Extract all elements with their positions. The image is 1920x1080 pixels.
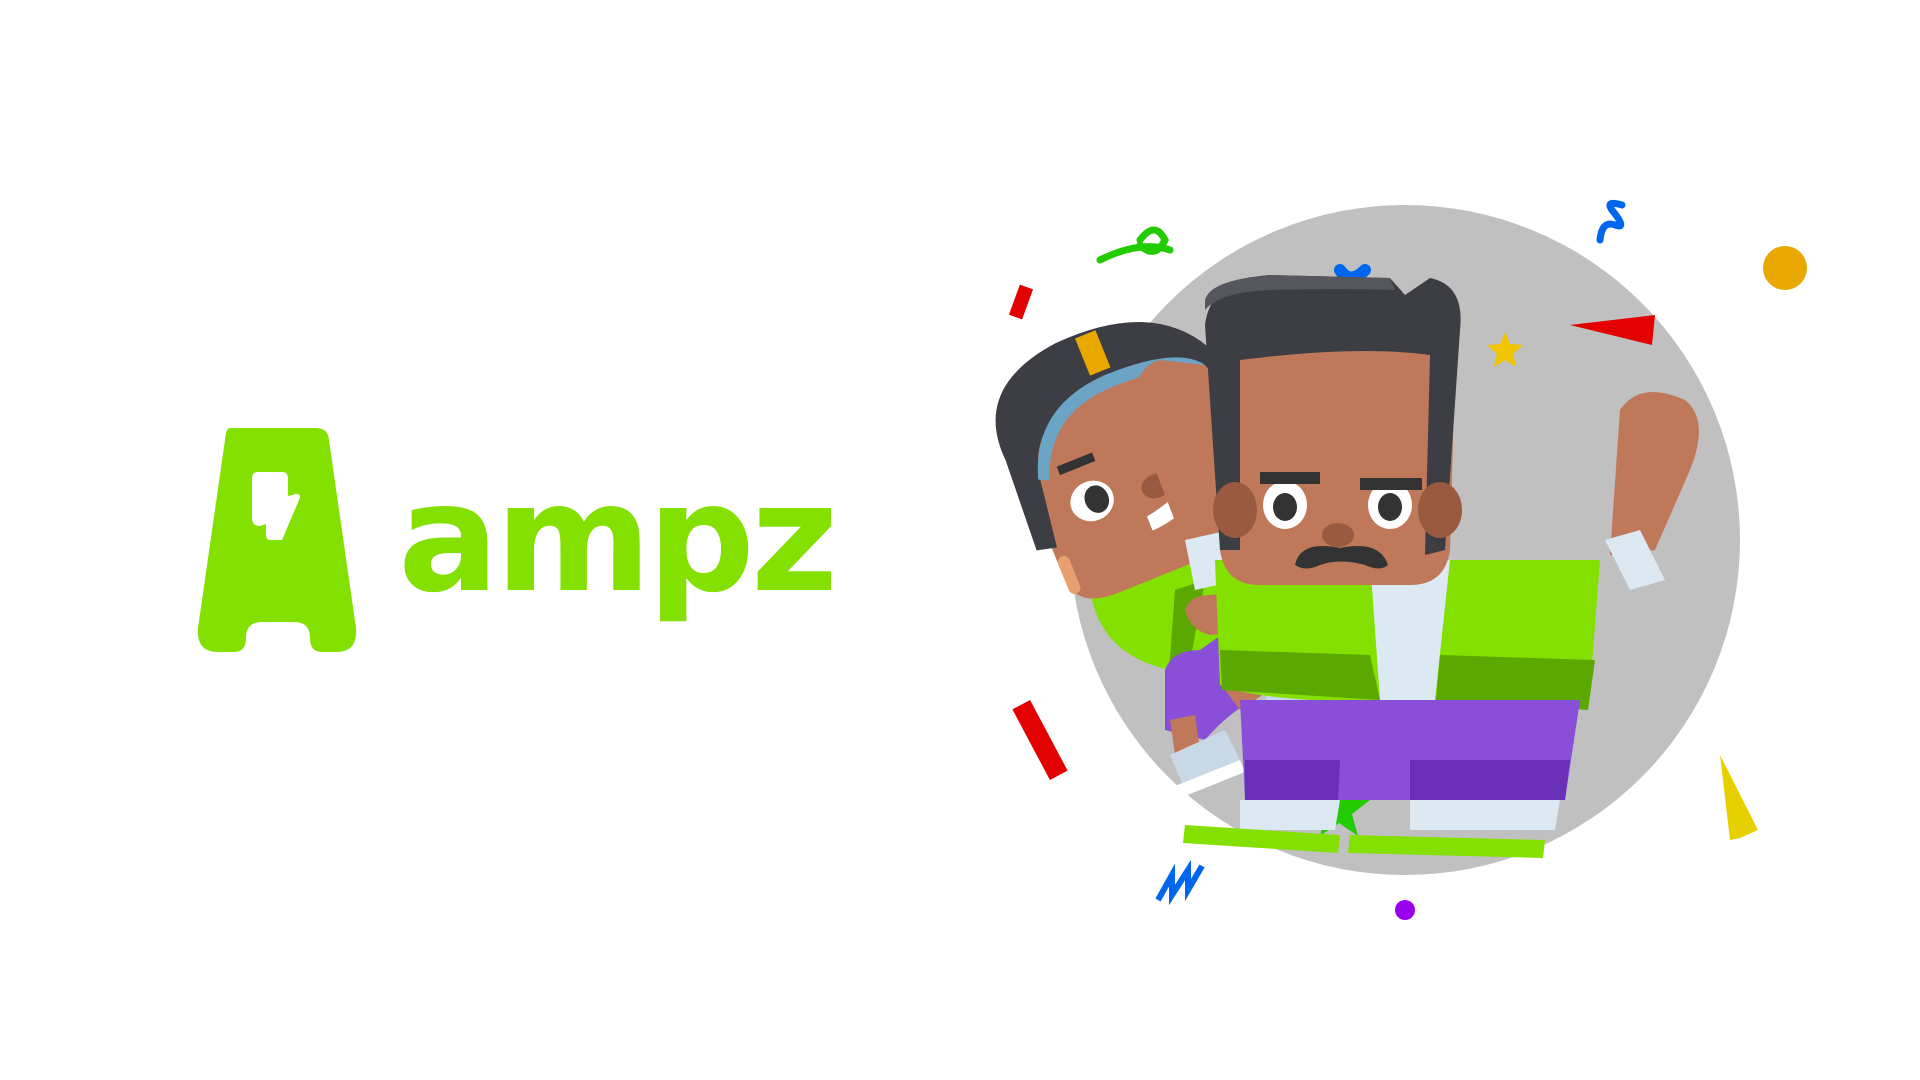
brand-logo: ampz — [196, 428, 838, 668]
splash-screen: ampz — [0, 0, 1920, 1080]
brand-wordmark: ampz — [398, 452, 838, 626]
celebration-illustration — [995, 199, 1807, 920]
logo-mark-icon — [197, 428, 357, 652]
